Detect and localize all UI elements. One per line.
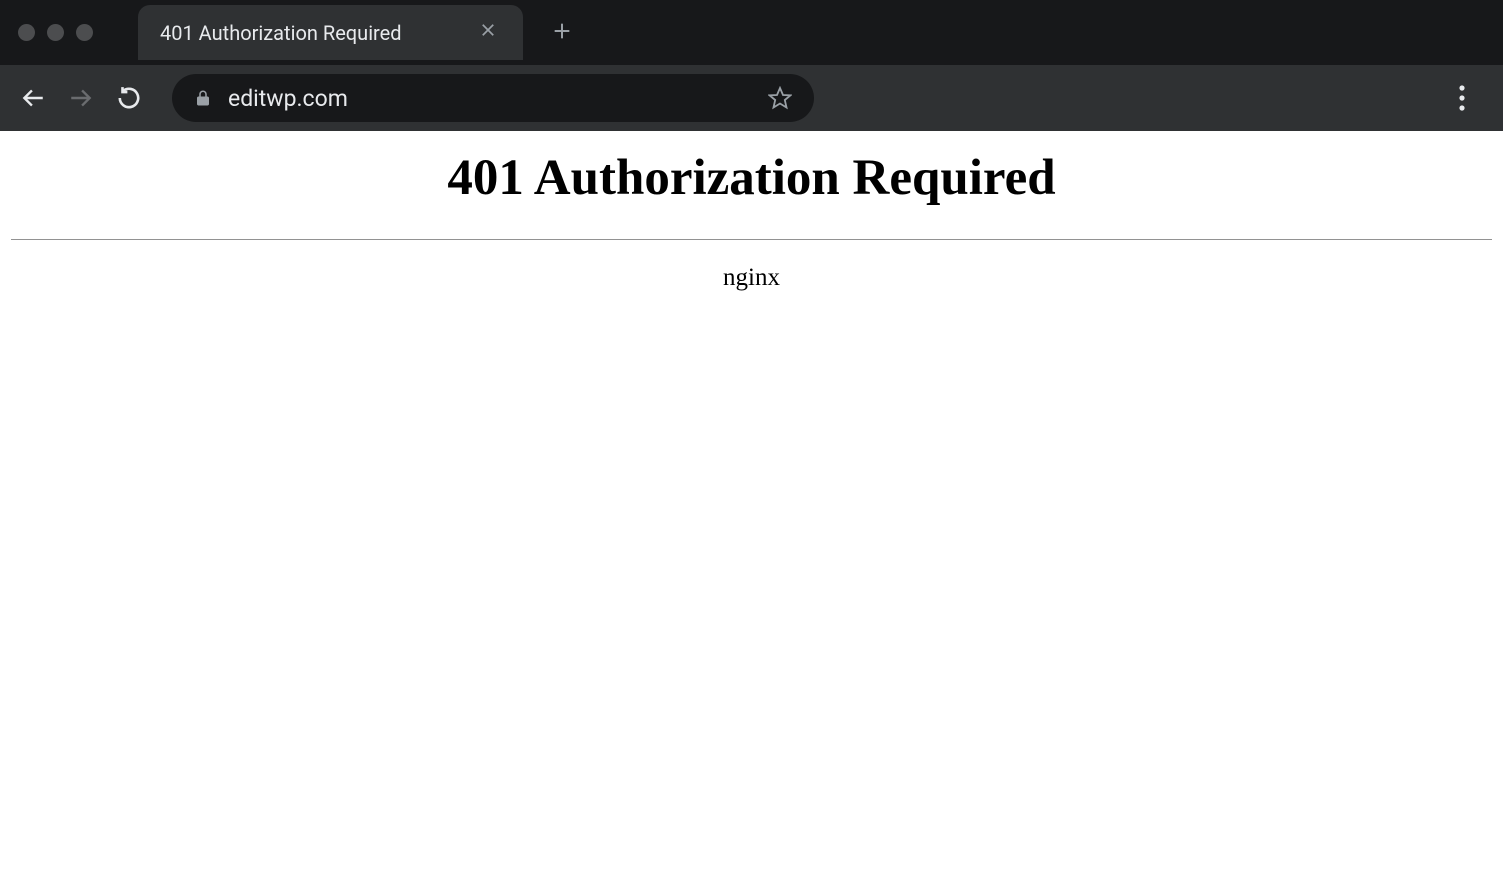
browser-menu-button[interactable] [1447, 85, 1477, 111]
url-text: editwp.com [228, 85, 752, 112]
forward-button[interactable] [66, 83, 96, 113]
tab-bar: 401 Authorization Required [0, 0, 1503, 65]
lock-icon [194, 88, 212, 108]
server-signature: nginx [11, 264, 1492, 292]
close-tab-button[interactable] [475, 17, 501, 48]
browser-chrome: 401 Authorization Required [0, 0, 1503, 131]
bookmark-button[interactable] [768, 86, 792, 110]
nav-toolbar: editwp.com [0, 65, 1503, 131]
window-maximize-button[interactable] [76, 24, 93, 41]
back-button[interactable] [18, 83, 48, 113]
error-heading: 401 Authorization Required [11, 149, 1492, 207]
browser-tab[interactable]: 401 Authorization Required [138, 5, 523, 60]
window-close-button[interactable] [18, 24, 35, 41]
new-tab-button[interactable] [551, 19, 573, 47]
window-controls [18, 24, 93, 41]
window-minimize-button[interactable] [47, 24, 64, 41]
divider [11, 239, 1492, 240]
reload-button[interactable] [114, 83, 144, 113]
tab-title: 401 Authorization Required [160, 21, 402, 45]
address-bar[interactable]: editwp.com [172, 74, 814, 122]
page-content: 401 Authorization Required nginx [0, 131, 1503, 292]
